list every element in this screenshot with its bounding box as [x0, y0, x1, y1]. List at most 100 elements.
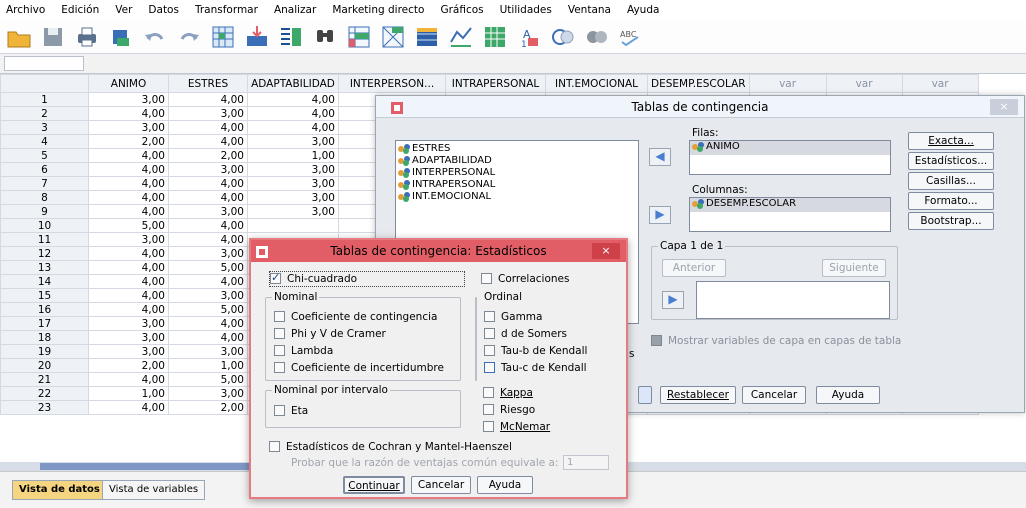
mcnemar-checkbox[interactable]: McNemar [483, 420, 550, 434]
row-number[interactable]: 1 [0, 92, 89, 107]
kappa-checkbox[interactable]: Kappa [483, 386, 533, 400]
save-icon[interactable] [40, 24, 66, 50]
row-number[interactable]: 20 [0, 358, 89, 373]
row-number[interactable]: 17 [0, 316, 89, 331]
risk-checkbox[interactable]: Riesgo [483, 403, 535, 417]
show-layer-variables-checkbox[interactable]: Mostrar variables de capa en capas de ta… [651, 334, 901, 348]
cell-estres[interactable]: 2,00 [168, 148, 248, 163]
goto-case-icon[interactable] [210, 24, 236, 50]
column-header[interactable]: ESTRES [168, 74, 248, 93]
open-folder-icon[interactable] [6, 24, 32, 50]
row-number[interactable]: 15 [0, 288, 89, 303]
menu-ayuda[interactable]: Ayuda [627, 4, 659, 16]
menu-edicion[interactable]: Edición [61, 4, 99, 16]
column-header-var[interactable]: var [748, 74, 827, 93]
layer-list[interactable] [696, 281, 890, 319]
kendall-tau-c-checkbox[interactable]: Tau-c de Kendall [484, 361, 587, 375]
source-variable-item[interactable]: INT.EMOCIONAL [396, 191, 638, 203]
cell-adaptabilidad[interactable]: 3,00 [247, 162, 339, 177]
uncertainty-coefficient-checkbox[interactable]: Coeficiente de incertidumbre [274, 361, 444, 375]
cell-animo[interactable]: 4,00 [88, 302, 169, 317]
row-number[interactable]: 9 [0, 204, 89, 219]
gamma-checkbox[interactable]: Gamma [484, 310, 542, 324]
cell-animo[interactable]: 4,00 [88, 288, 169, 303]
cell-animo[interactable]: 1,00 [88, 386, 169, 401]
cell-animo[interactable]: 3,00 [88, 120, 169, 135]
cell-estres[interactable]: 1,00 [168, 358, 248, 373]
cochran-mantel-haenszel-checkbox[interactable]: Estadísticos de Cochran y Mantel-Haensze… [269, 440, 512, 454]
next-layer-button[interactable]: Siguiente [822, 259, 886, 277]
row-number[interactable]: 2 [0, 106, 89, 121]
corner-cell[interactable] [0, 74, 89, 93]
cancel-button[interactable]: Cancelar [411, 476, 471, 494]
cell-animo[interactable]: 4,00 [88, 274, 169, 289]
cell-animo[interactable]: 4,00 [88, 106, 169, 121]
cell-adaptabilidad[interactable]: 4,00 [247, 92, 339, 107]
cell-estres[interactable]: 3,00 [168, 246, 248, 261]
cell-estres[interactable]: 3,00 [168, 386, 248, 401]
columns-list[interactable]: DESEMP.ESCOLAR [689, 197, 891, 232]
eta-checkbox[interactable]: Eta [274, 404, 308, 418]
source-variable-item[interactable]: INTERPERSONAL [396, 167, 638, 179]
cell-estres[interactable]: 5,00 [168, 372, 248, 387]
cell-estres[interactable]: 3,00 [168, 106, 248, 121]
cell-estres[interactable]: 4,00 [168, 232, 248, 247]
cell-animo[interactable]: 4,00 [88, 176, 169, 191]
cancel-button[interactable]: Cancelar [742, 386, 806, 404]
cell-adaptabilidad[interactable]: 3,00 [247, 134, 339, 149]
column-header[interactable]: INT.EMOCIONAL [545, 74, 648, 93]
cell-adaptabilidad[interactable]: 3,00 [247, 190, 339, 205]
menu-analizar[interactable]: Analizar [274, 4, 316, 16]
move-to-columns-button[interactable]: ▶ [649, 206, 671, 224]
cell-animo[interactable]: 4,00 [88, 372, 169, 387]
row-number[interactable]: 8 [0, 190, 89, 205]
source-variable-item[interactable]: INTRAPERSONAL [396, 179, 638, 191]
cell-animo[interactable]: 3,00 [88, 316, 169, 331]
menu-utilidades[interactable]: Utilidades [500, 4, 552, 16]
help-button[interactable]: Ayuda [816, 386, 880, 404]
row-number[interactable]: 19 [0, 344, 89, 359]
reset-button[interactable]: Restablecer [660, 386, 736, 404]
cell-adaptabilidad[interactable]: 1,00 [247, 148, 339, 163]
lambda-checkbox[interactable]: Lambda [274, 344, 333, 358]
statistics-button[interactable]: Estadísticos... [908, 152, 994, 170]
split-file-icon[interactable] [414, 24, 440, 50]
cell-estres[interactable]: 3,00 [168, 344, 248, 359]
menu-ver[interactable]: Ver [115, 4, 132, 16]
cell-estres[interactable]: 4,00 [168, 176, 248, 191]
print-icon[interactable] [74, 24, 100, 50]
weight-cases-icon[interactable] [448, 24, 474, 50]
row-number[interactable]: 13 [0, 260, 89, 275]
menu-ventana[interactable]: Ventana [568, 4, 611, 16]
row-number[interactable]: 11 [0, 232, 89, 247]
select-cases-icon[interactable] [482, 24, 508, 50]
menu-archivo[interactable]: Archivo [6, 4, 45, 16]
dialog-recall-icon[interactable] [108, 24, 134, 50]
redo-icon[interactable] [176, 24, 202, 50]
cell-animo[interactable]: 2,00 [88, 134, 169, 149]
cell-animo[interactable]: 3,00 [88, 232, 169, 247]
row-number[interactable]: 12 [0, 246, 89, 261]
cells-button[interactable]: Casillas... [908, 172, 994, 190]
cell-animo[interactable]: 4,00 [88, 148, 169, 163]
menu-marketing[interactable]: Marketing directo [332, 4, 424, 16]
spelling-icon[interactable]: ABC [618, 24, 644, 50]
cell-estres[interactable]: 4,00 [168, 92, 248, 107]
correlations-checkbox[interactable]: Correlaciones [481, 272, 570, 286]
cell-adaptabilidad[interactable]: 3,00 [247, 176, 339, 191]
find-icon[interactable] [312, 24, 338, 50]
move-to-layer-button[interactable]: ▶ [662, 291, 684, 309]
row-number[interactable]: 23 [0, 400, 89, 415]
cell-animo[interactable]: 4,00 [88, 246, 169, 261]
cell-adaptabilidad[interactable] [247, 218, 339, 233]
row-number[interactable]: 6 [0, 162, 89, 177]
cell-animo[interactable]: 2,00 [88, 358, 169, 373]
cell-estres[interactable]: 4,00 [168, 120, 248, 135]
odds-ratio-input[interactable]: 1 [563, 455, 609, 470]
column-variable-item[interactable]: DESEMP.ESCOLAR [690, 198, 890, 210]
row-number[interactable]: 7 [0, 176, 89, 191]
close-icon[interactable]: × [990, 99, 1018, 115]
use-sets-icon[interactable] [550, 24, 576, 50]
goto-variable-icon[interactable] [244, 24, 270, 50]
column-header[interactable]: DESEMP.ESCOLAR [647, 74, 750, 93]
